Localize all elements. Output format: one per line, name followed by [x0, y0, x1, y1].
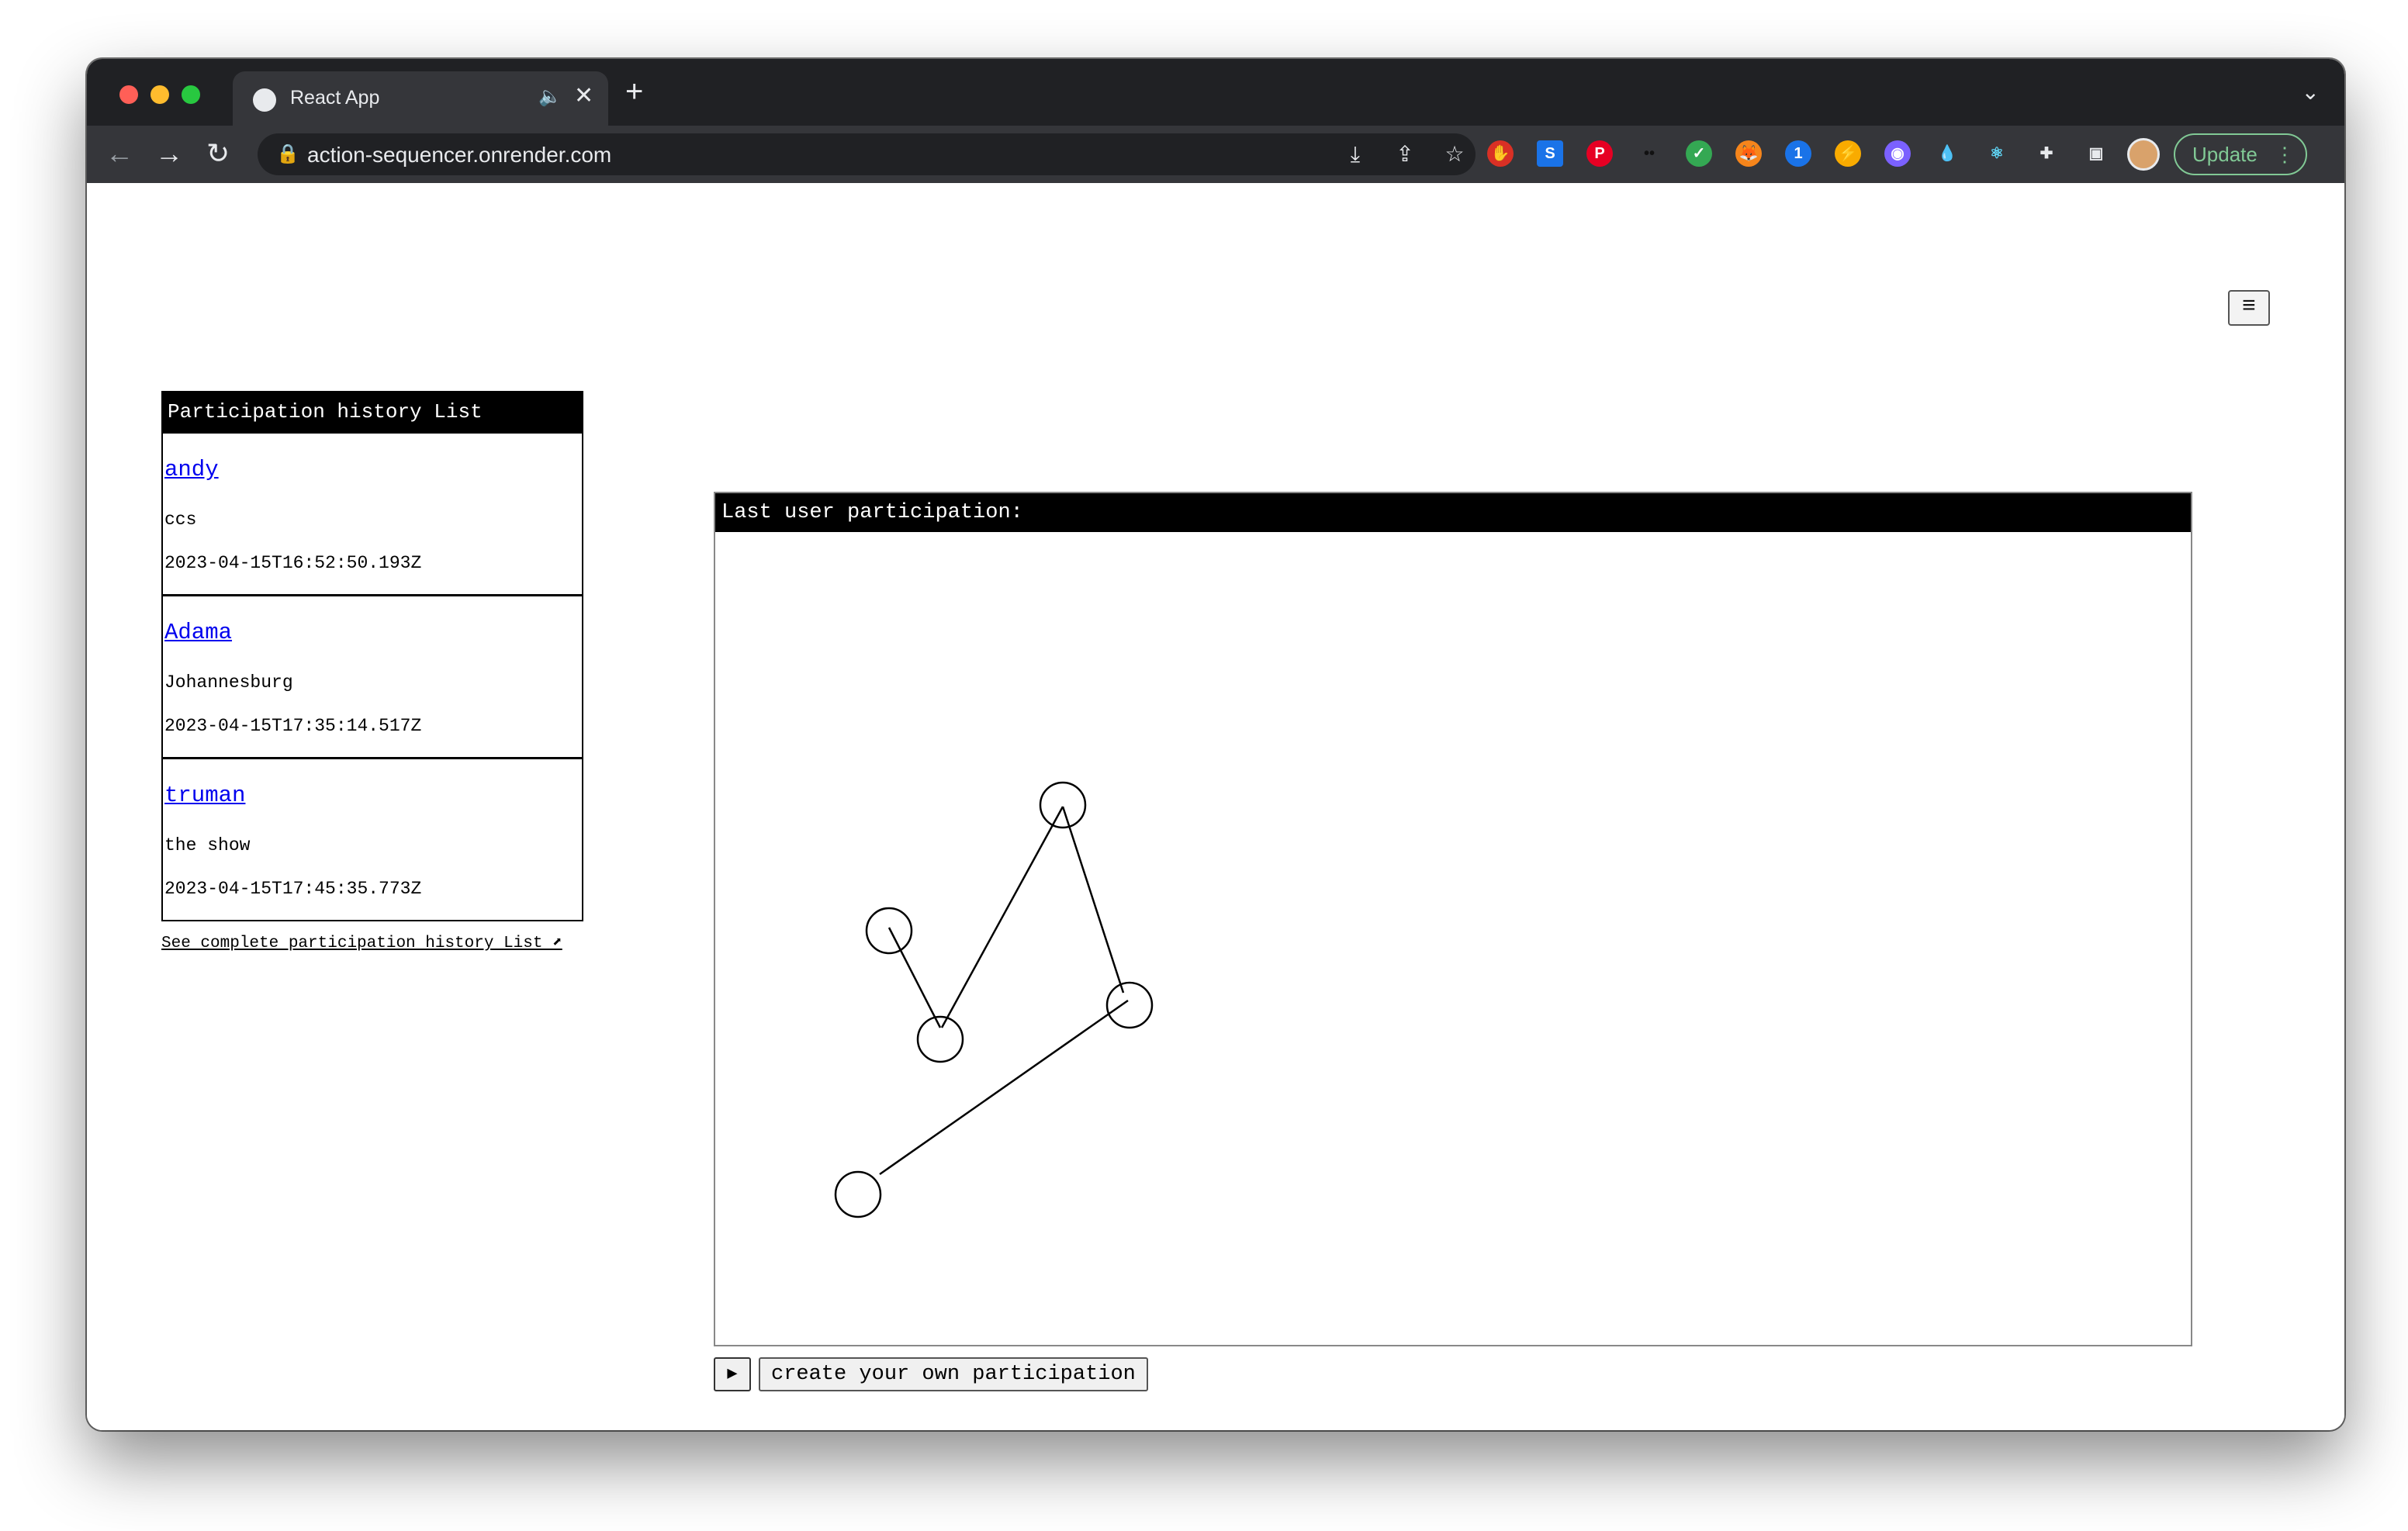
bookmark-star-icon[interactable]: ☆: [1441, 140, 1468, 169]
omnibox-actions: ⤓ ⇪ ☆: [1342, 140, 1468, 169]
more-menu-icon[interactable]: ⋮: [2275, 135, 2295, 174]
ghost-extension-icon[interactable]: ◉: [1880, 137, 1915, 171]
history-item-city: ccs: [164, 510, 197, 530]
hamburger-menu-icon[interactable]: ≡: [2228, 290, 2270, 326]
close-window-button[interactable]: [119, 85, 138, 104]
sequence-node: [1105, 981, 1154, 1029]
bolt-extension-icon[interactable]: ⚡: [1831, 137, 1865, 171]
password-manager-extension-icon[interactable]: 1: [1781, 137, 1815, 171]
history-item-city: the show: [164, 835, 251, 855]
pinterest-extension-icon[interactable]: P: [1583, 137, 1617, 171]
metamask-extension-icon[interactable]: 🦊: [1732, 137, 1766, 171]
tab-bar: React App 🔈 ✕ + ⌄: [87, 59, 2344, 126]
panel-header: Last user participation:: [715, 493, 2191, 532]
close-tab-icon[interactable]: ✕: [574, 82, 593, 109]
sequence-edge: [1061, 806, 1125, 994]
history-item-name-link[interactable]: truman: [164, 783, 245, 808]
url-text[interactable]: action-sequencer.onrender.com: [307, 143, 611, 168]
sequence-canvas: [834, 781, 1154, 1218]
play-button[interactable]: ▶: [714, 1357, 751, 1391]
check-extension-icon[interactable]: ✓: [1682, 137, 1716, 171]
minimize-window-button[interactable]: [150, 85, 169, 104]
sequence-node: [1039, 781, 1087, 829]
tab-search-chevron-icon[interactable]: ⌄: [2302, 79, 2320, 105]
sequence-node: [916, 1015, 964, 1063]
history-item-date: 2023-04-15T17:45:35.773Z: [164, 879, 422, 899]
last-participation-panel: Last user participation:: [714, 492, 2192, 1346]
history-header: Participation history List: [163, 392, 582, 431]
history-item-date: 2023-04-15T16:52:50.193Z: [164, 553, 422, 573]
dots-extension-icon[interactable]: ••: [1632, 137, 1666, 171]
react-devtools-icon[interactable]: ⚛: [1980, 137, 2014, 171]
s-extension-icon[interactable]: S: [1533, 137, 1567, 171]
forward-arrow-icon[interactable]: →: [155, 137, 183, 171]
extensions-row: ✋ S P •• ✓ 🦊 1 ⚡ ◉ 💧 ⚛ ✚ ▣: [1483, 137, 2113, 171]
history-item-name-link[interactable]: andy: [164, 457, 219, 482]
history-item: Adama Johannesburg 2023-04-15T17:35:14.5…: [163, 594, 582, 757]
browser-tab[interactable]: React App 🔈 ✕: [233, 71, 608, 126]
side-panel-icon[interactable]: ▣: [2079, 137, 2113, 171]
browser-toolbar: ← → ↻ 🔒 action-sequencer.onrender.com ⤓ …: [87, 126, 2344, 183]
history-item-city: Johannesburg: [164, 672, 293, 693]
drop-extension-icon[interactable]: 💧: [1930, 137, 1964, 171]
sequence-edge: [887, 927, 942, 1028]
adblock-extension-icon[interactable]: ✋: [1483, 137, 1517, 171]
new-tab-button[interactable]: +: [625, 76, 643, 107]
tab-title: React App: [290, 87, 380, 109]
sequence-edge: [879, 999, 1129, 1176]
browser-window: React App 🔈 ✕ + ⌄ ← → ↻ 🔒 action-sequenc…: [87, 59, 2344, 1430]
lock-icon[interactable]: 🔒: [276, 143, 299, 165]
see-complete-history-link[interactable]: See complete participation history List …: [161, 932, 562, 952]
address-bar[interactable]: 🔒 action-sequencer.onrender.com ⤓ ⇪ ☆: [258, 133, 1476, 175]
puzzle-extensions-icon[interactable]: ✚: [2029, 137, 2064, 171]
speaker-icon[interactable]: 🔈: [538, 85, 562, 108]
sequence-node: [834, 1170, 882, 1218]
sequence-edge: [940, 806, 1064, 1028]
create-participation-button[interactable]: create your own participation: [759, 1357, 1148, 1391]
sequence-node: [865, 907, 913, 955]
reload-icon[interactable]: ↻: [206, 137, 230, 171]
history-item: andy ccs 2023-04-15T16:52:50.193Z: [163, 431, 582, 594]
install-app-icon[interactable]: ⤓: [1342, 140, 1368, 169]
maximize-window-button[interactable]: [182, 85, 200, 104]
back-arrow-icon[interactable]: ←: [106, 137, 133, 171]
profile-avatar[interactable]: [2127, 138, 2160, 171]
favicon-icon: [253, 88, 276, 112]
update-label: Update: [2192, 143, 2258, 166]
history-item-date: 2023-04-15T17:35:14.517Z: [164, 716, 422, 736]
history-item: truman the show 2023-04-15T17:45:35.773Z: [163, 757, 582, 920]
share-icon[interactable]: ⇪: [1392, 140, 1418, 169]
participation-history-list: Participation history List andy ccs 2023…: [161, 391, 583, 921]
history-item-name-link[interactable]: Adama: [164, 620, 232, 645]
update-button[interactable]: Update ⋮: [2174, 133, 2307, 175]
page-content: ≡ Participation history List andy ccs 20…: [87, 183, 2344, 1430]
